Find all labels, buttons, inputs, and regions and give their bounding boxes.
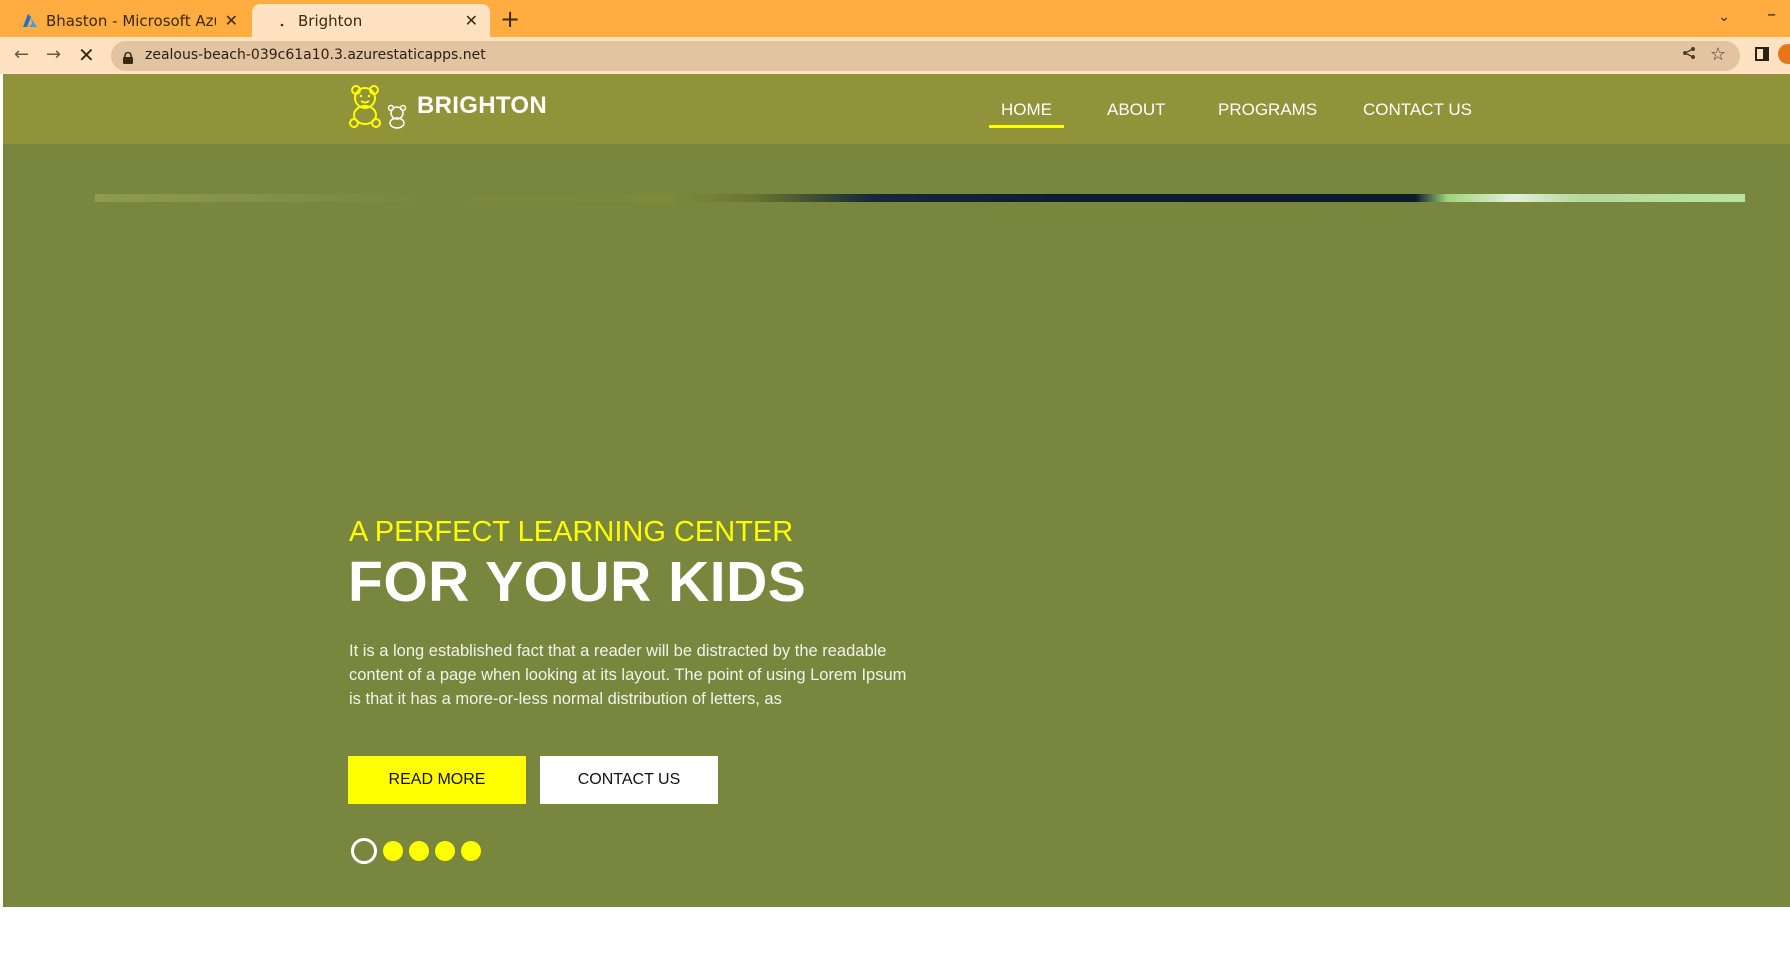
back-arrow-icon[interactable]: ← (14, 44, 29, 66)
hero-section: A PERFECT LEARNING CENTER FOR YOUR KIDS … (3, 144, 1790, 907)
contact-us-button[interactable]: CONTACT US (540, 756, 718, 804)
hero-image-strip (95, 194, 1745, 202)
loading-dot-icon (274, 13, 290, 29)
carousel-dot[interactable] (409, 841, 429, 861)
browser-tab-strip: Bhaston - Microsoft Azure ✕ Brighton ✕ +… (0, 0, 1790, 37)
carousel-dot[interactable] (351, 838, 377, 864)
share-icon[interactable] (1682, 46, 1696, 64)
tab-title: Bhaston - Microsoft Azure (46, 11, 216, 30)
tab-title: Brighton (298, 11, 363, 30)
hero-title: FOR YOUR KIDS (348, 550, 807, 614)
new-tab-icon[interactable]: + (500, 6, 520, 32)
brand-logo[interactable]: BRIGHTON (349, 83, 547, 129)
site-header: BRIGHTON HOME ABOUT PROGRAMS CONTACT US (3, 74, 1790, 144)
web-page: BRIGHTON HOME ABOUT PROGRAMS CONTACT US … (0, 74, 1790, 972)
nav-programs[interactable]: PROGRAMS (1218, 100, 1317, 124)
close-tab-icon[interactable]: ✕ (465, 11, 478, 30)
stop-loading-icon[interactable]: ✕ (78, 44, 95, 66)
tab-brighton[interactable]: Brighton ✕ (252, 4, 490, 37)
url-text: zealous-beach-039c61a10.3.azurestaticapp… (145, 47, 486, 63)
read-more-button[interactable]: READ MORE (348, 756, 526, 804)
hero-description: It is a long established fact that a rea… (349, 642, 907, 708)
hero-kicker: A PERFECT LEARNING CENTER (349, 516, 794, 548)
tab-azure[interactable]: Bhaston - Microsoft Azure ✕ (0, 4, 250, 37)
carousel-dot[interactable] (383, 841, 403, 861)
browser-toolbar: ← → ✕ zealous-beach-039c61a10.3.azuresta… (0, 37, 1790, 74)
carousel-indicators (351, 838, 487, 864)
nav-home[interactable]: HOME (989, 100, 1064, 128)
teddy-bears-logo-icon (349, 85, 407, 129)
address-bar[interactable]: zealous-beach-039c61a10.3.azurestaticapp… (111, 41, 1740, 71)
carousel-dot[interactable] (461, 841, 481, 861)
nav-about[interactable]: ABOUT (1107, 100, 1166, 124)
lock-icon (123, 49, 133, 64)
azure-logo-icon (22, 13, 38, 29)
nav-contact-us[interactable]: CONTACT US (1363, 100, 1472, 124)
carousel-dot[interactable] (435, 841, 455, 861)
close-tab-icon[interactable]: ✕ (225, 11, 238, 30)
minimize-window-icon[interactable]: – (1767, 4, 1776, 25)
tab-search-chevron-icon[interactable]: ⌄ (1718, 9, 1730, 25)
side-panel-icon[interactable] (1755, 47, 1769, 61)
forward-arrow-icon[interactable]: → (46, 44, 61, 66)
bookmark-star-icon[interactable]: ☆ (1710, 44, 1726, 65)
brand-name: BRIGHTON (417, 92, 547, 119)
